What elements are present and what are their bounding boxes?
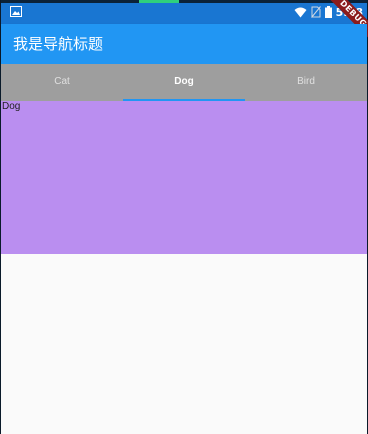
- tab-bar: Cat Dog Bird: [1, 64, 367, 101]
- no-sim-icon: [310, 6, 321, 18]
- tab-content-text: Dog: [2, 101, 21, 112]
- status-bar-top-edge: [1, 0, 367, 3]
- tab-label: Bird: [297, 76, 315, 87]
- tab-content-panel: Dog: [1, 101, 367, 254]
- tab-bird[interactable]: Bird: [245, 64, 367, 101]
- page-title: 我是导航标题: [13, 35, 104, 53]
- wifi-icon: [294, 7, 307, 17]
- status-accent: [139, 0, 179, 3]
- tab-cat[interactable]: Cat: [1, 64, 123, 101]
- image-icon: [10, 6, 22, 17]
- app-bar: 我是导航标题: [1, 24, 367, 64]
- tab-label: Cat: [54, 76, 70, 87]
- tab-dog[interactable]: Dog: [123, 64, 245, 101]
- status-bar: 5:08 DEBUG: [1, 0, 368, 43]
- battery-icon: [324, 6, 332, 18]
- tab-label: Dog: [174, 76, 194, 87]
